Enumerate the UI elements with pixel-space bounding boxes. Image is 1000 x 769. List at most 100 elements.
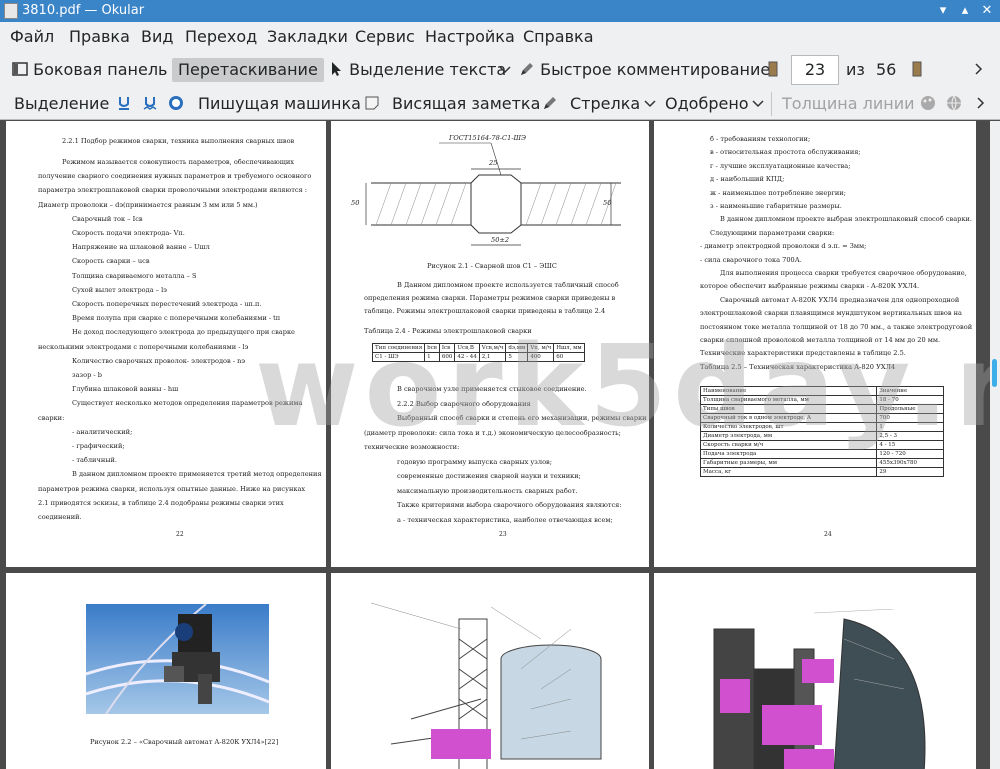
table-cell: 1 <box>424 352 440 362</box>
table-cell: 400 <box>527 352 555 362</box>
toolbar2-overflow-button[interactable] <box>972 92 988 116</box>
table-cell: Iсв <box>438 343 456 353</box>
page-22: 2.2.1 Подбор режимов сварки, техника вып… <box>6 121 326 567</box>
line-width-button[interactable]: Толщина линии <box>782 92 915 116</box>
arrow-tool-button[interactable]: Стрелка <box>570 92 640 116</box>
page-number: 22 <box>176 531 184 538</box>
arrow-dropdown[interactable] <box>642 92 658 116</box>
table-cell: Типы швов <box>699 404 878 414</box>
text-line: определения режима сварки. Параметры реж… <box>364 294 616 302</box>
table-cell: 120 - 720 <box>876 449 944 459</box>
note-tool-label[interactable]: Висящая заметка <box>392 92 540 116</box>
table-cell: 4 - 15 <box>876 440 944 450</box>
sidebar-icon <box>12 62 28 76</box>
quick-annotation-button[interactable]: Быстрое комментирование <box>519 58 770 82</box>
text-line: Напряжение на шлаковой ванне – Uшл <box>72 243 210 252</box>
vertical-scrollbar[interactable] <box>990 121 1000 769</box>
approved-stamp-button[interactable]: Одобрено <box>665 92 749 116</box>
note-icon <box>365 96 379 110</box>
table-cell: 700 <box>876 413 944 423</box>
title-bar: 3810.pdf — Okular ▾ ▴ ✕ <box>0 0 1000 22</box>
toolbar-overflow-button[interactable] <box>970 58 986 82</box>
text-line: соединений. <box>38 513 82 521</box>
close-icon[interactable]: ✕ <box>978 2 996 20</box>
table-cell: 29 <box>876 467 944 477</box>
minimize-icon[interactable]: ▾ <box>934 2 952 20</box>
stamp-tool-button[interactable] <box>168 92 184 116</box>
page-number: 24 <box>824 531 832 538</box>
sidebar-button-label: Боковая панель <box>33 60 168 79</box>
color-tool-button[interactable] <box>920 92 936 116</box>
menu-go[interactable]: Переход <box>185 27 257 46</box>
maximize-icon[interactable]: ▴ <box>956 2 974 20</box>
typewriter-tool-button[interactable]: Пишущая машинка <box>198 92 361 116</box>
table-row: Масса, кг 29 <box>699 467 944 477</box>
drag-mode-button[interactable]: Перетаскивание <box>172 58 324 82</box>
text-select-button[interactable]: Выделение текста <box>328 58 506 82</box>
arrow-tool-icon-button[interactable] <box>542 92 558 116</box>
welding-modes-table: Тип соединения bсв Iсв Uсв,В Vсв,м/ч dэ,мм Vп,… <box>371 343 585 362</box>
document-view[interactable]: 2.2.1 Подбор режимов сварки, техника вып… <box>0 121 990 769</box>
text-line: - графический; <box>72 442 125 450</box>
page-number-input[interactable]: 23 <box>791 55 839 85</box>
okular-app-icon[interactable] <box>4 3 18 19</box>
previous-page-button[interactable] <box>765 58 781 82</box>
chevron-down-icon <box>752 100 764 108</box>
text-line: получение сварного соединения нужных пар… <box>38 172 312 181</box>
menu-help[interactable]: Справка <box>523 27 594 46</box>
text-select-dropdown[interactable] <box>497 58 513 82</box>
text-line: В данном дипломном проекте применяется т… <box>72 470 322 479</box>
window-title: 3810.pdf — Okular <box>22 3 145 18</box>
table-cell: 42 - 44 <box>454 352 480 362</box>
table-row: Типы швов Продольные <box>699 404 944 414</box>
cursor-arrow-icon <box>332 62 341 76</box>
selection-tool-button[interactable]: Выделение <box>14 92 109 116</box>
table-cell: Hшл, мм <box>553 343 585 353</box>
text-line: Режимом называется совокупность параметр… <box>62 158 295 166</box>
stamp-dropdown[interactable] <box>750 92 766 116</box>
menu-file[interactable]: Файл <box>10 27 54 46</box>
text-line: технические возможности: <box>364 443 460 451</box>
menu-edit[interactable]: Правка <box>69 27 130 46</box>
figure-caption: Рисунок 2.2 – «Сварочный автомат А-820К … <box>90 738 279 746</box>
text-line: Диаметр проволоки – dэ(принимается равны… <box>38 200 258 209</box>
text-line: зазор - b <box>72 371 102 379</box>
annotation-toolbar: Выделение Пишущая машинка Висящая заметк… <box>0 88 1000 120</box>
table-row: Скорость сварки м/ч 4 - 15 <box>699 440 944 450</box>
chevron-right-icon <box>975 63 983 75</box>
scrollbar-thumb[interactable] <box>992 359 997 387</box>
text-line: Для выполнения процесса сварки требуется… <box>720 269 967 277</box>
text-line: Скорость поперечных перестечений электро… <box>72 300 262 308</box>
previous-page-icon <box>768 61 778 77</box>
underline-icon <box>119 97 129 110</box>
menu-settings[interactable]: Настройка <box>425 27 515 46</box>
text-line: В сварочном узле применяется стыковое со… <box>397 385 587 393</box>
menu-tools[interactable]: Сервис <box>355 27 415 46</box>
pen-icon <box>544 97 556 109</box>
text-line: Выбранный способ сварки и степень его ме… <box>397 414 647 422</box>
page-of-label: из <box>846 60 865 79</box>
text-line: Таблица 2.5 – Техническая характеристика… <box>700 362 896 371</box>
chevron-down-icon <box>499 66 511 74</box>
note-tool-button[interactable] <box>364 92 380 116</box>
dim-right: 50 <box>603 199 612 207</box>
table-cell: 5 <box>505 352 529 362</box>
text-line: Также критериями выбора сварочного обору… <box>397 501 622 509</box>
sidebar-button[interactable]: Боковая панель <box>12 58 167 82</box>
circle-stamp-icon <box>169 96 183 110</box>
menu-view[interactable]: Вид <box>141 27 173 46</box>
welding-installation-drawing <box>713 609 926 769</box>
underline-tool-button[interactable] <box>116 92 132 116</box>
text-select-label: Выделение текста <box>349 60 507 79</box>
table-title: Таблица 2.4 - Режимы электрошлаковой сва… <box>364 327 532 335</box>
page-total: 56 <box>876 60 897 79</box>
menu-bookmarks[interactable]: Закладки <box>267 27 348 46</box>
table-cell: Наименование <box>699 386 878 396</box>
opacity-tool-button[interactable] <box>946 92 962 116</box>
table-cell: 1 <box>876 422 944 432</box>
text-line: электрошлаковой сварки плавящимся мундшт… <box>700 309 962 318</box>
squiggly-tool-button[interactable] <box>142 92 158 116</box>
text-line: параметров режима сварки, используя опыт… <box>38 484 306 493</box>
figure-caption: Рисунок 2.1 - Сварной шов С1 – ЭШС <box>427 262 557 270</box>
next-page-button[interactable] <box>909 58 925 82</box>
